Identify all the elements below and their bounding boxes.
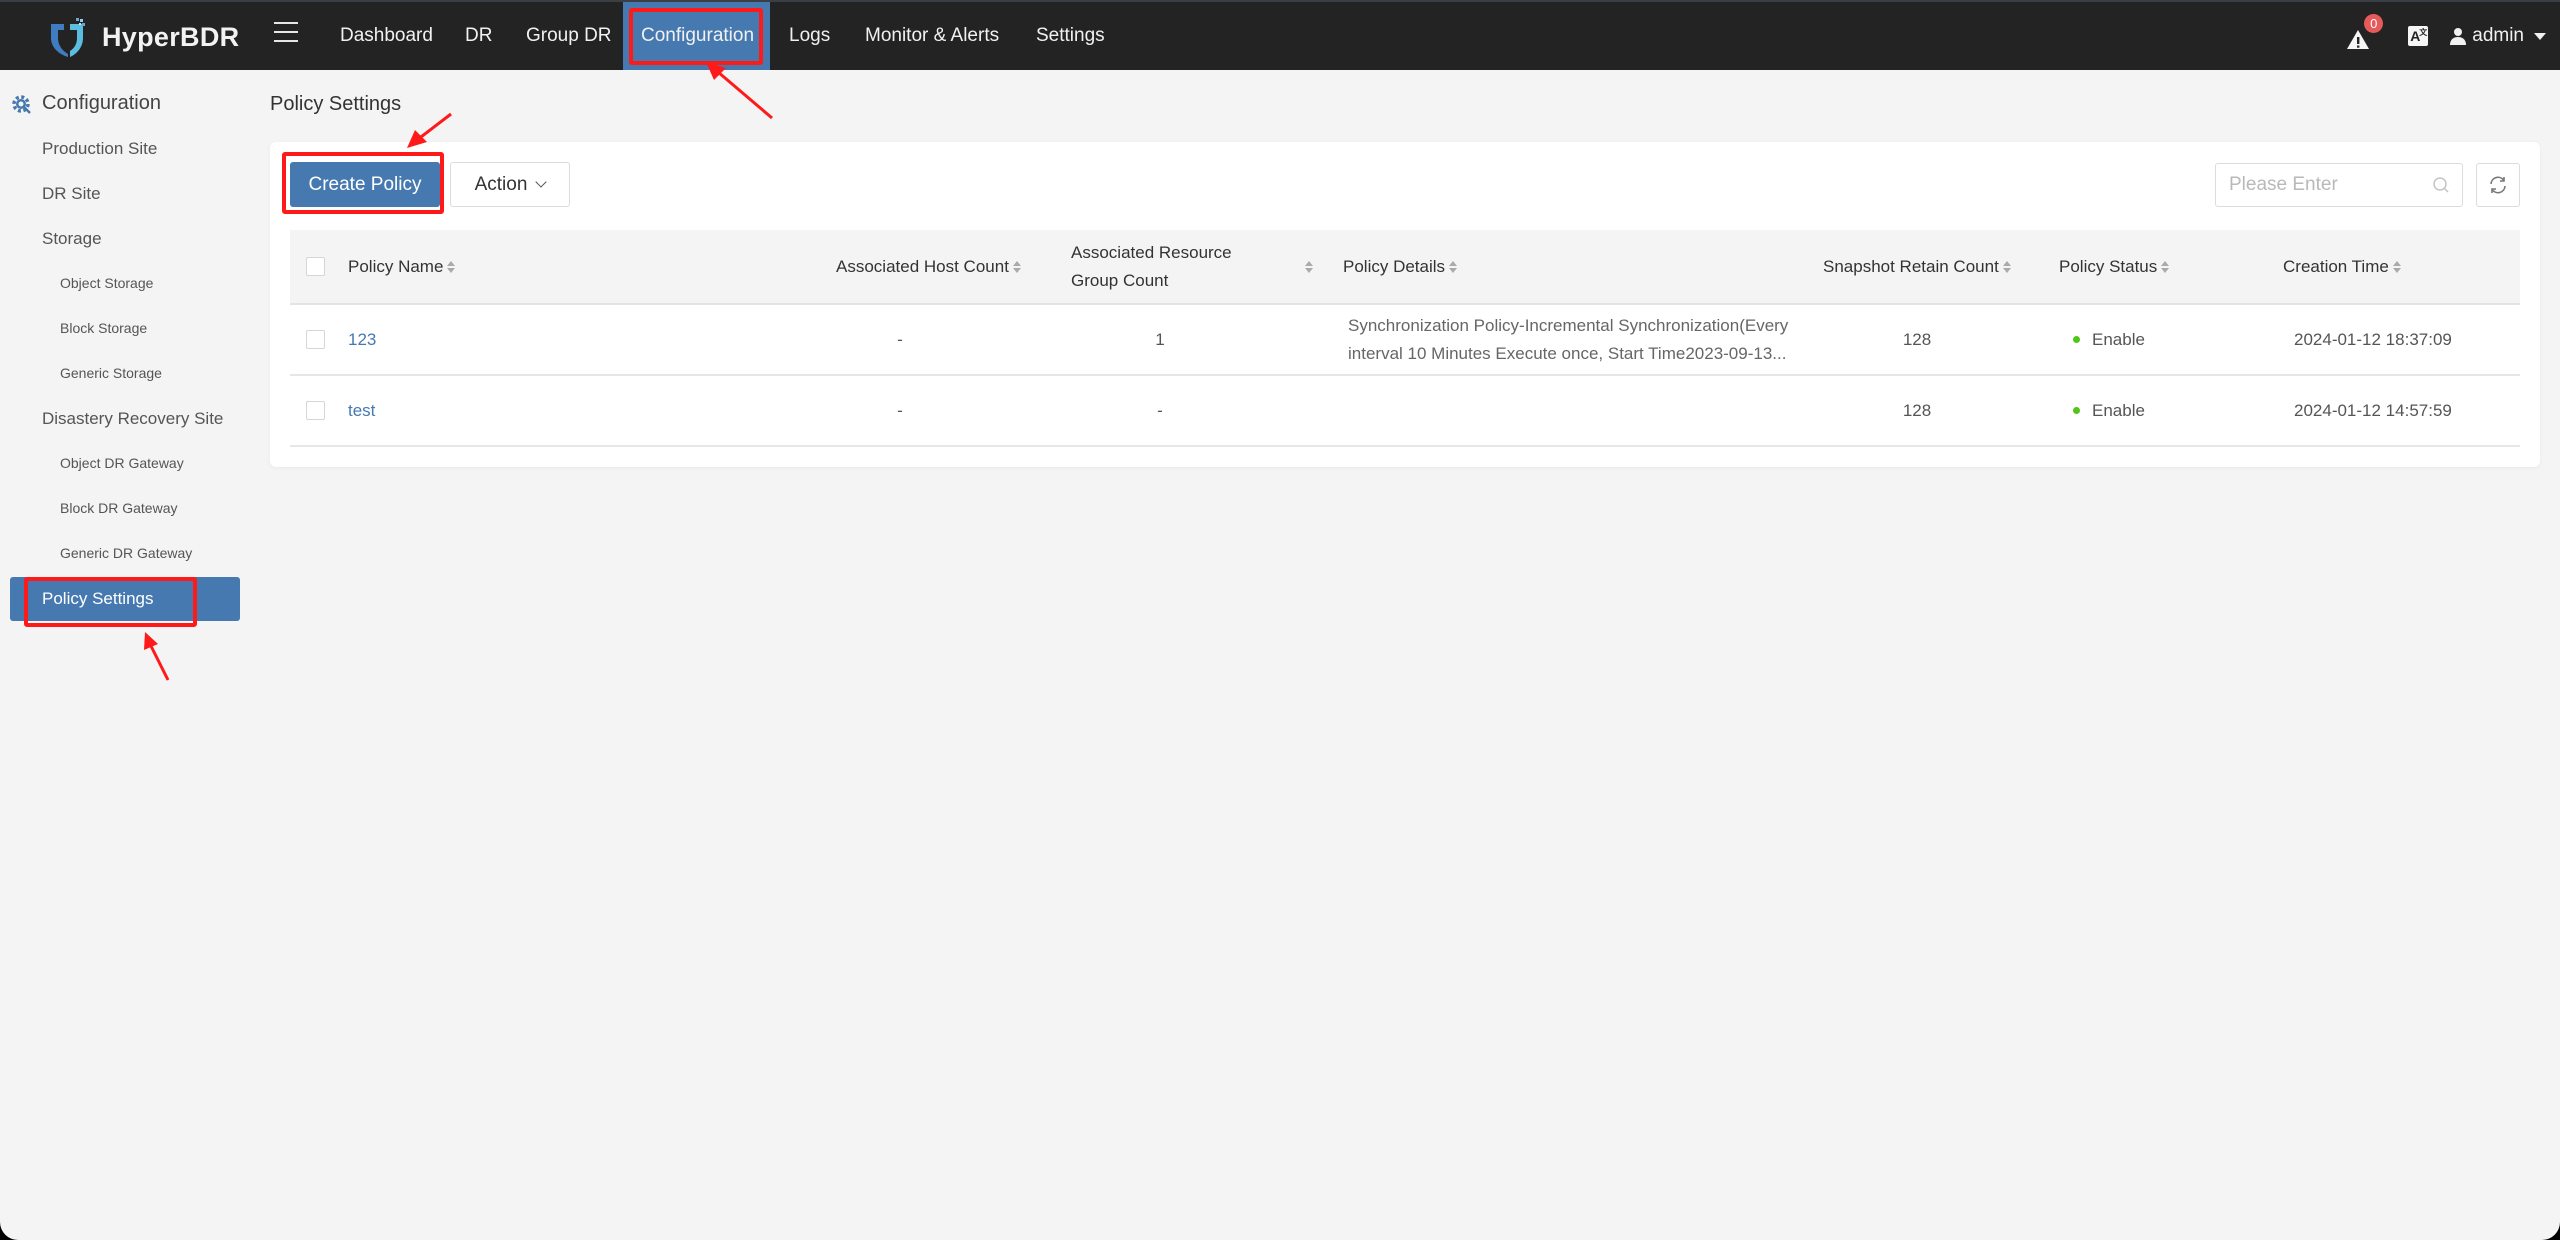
select-all-checkbox[interactable] bbox=[306, 257, 325, 276]
refresh-button[interactable] bbox=[2476, 163, 2520, 207]
status-label: Enable bbox=[2092, 329, 2145, 349]
policy-details: Synchronization Policy-Incremental Synch… bbox=[1348, 305, 1788, 374]
sidebar-item-object-storage[interactable]: Object Storage bbox=[60, 275, 153, 291]
app-window: HyperBDR Dashboard DR Group DR Configura… bbox=[0, 0, 2560, 1240]
column-label: Creation Time bbox=[2283, 256, 2389, 276]
nav-tab-monitor-alerts[interactable]: Monitor & Alerts bbox=[847, 2, 1017, 70]
language-switch-icon[interactable]: A文 bbox=[2408, 26, 2429, 46]
search-icon[interactable] bbox=[2432, 176, 2450, 194]
snapshot-retain-count: 128 bbox=[1902, 400, 1932, 420]
column-header-policy-status[interactable]: Policy Status bbox=[2059, 230, 2170, 303]
annotation-arrow-icon bbox=[144, 632, 170, 681]
resource-group-count: 1 bbox=[1155, 329, 1165, 349]
hamburger-menu-icon[interactable] bbox=[274, 22, 298, 46]
policy-name-link[interactable]: 123 bbox=[348, 305, 376, 374]
username: admin bbox=[2472, 25, 2524, 46]
page-title: Policy Settings bbox=[270, 93, 402, 115]
column-label: Policy Details bbox=[1343, 256, 1446, 276]
sort-icon[interactable] bbox=[1305, 260, 1313, 273]
sidebar-header: Configuration bbox=[10, 92, 161, 115]
policy-table: Policy Name Associated Host Count Associ… bbox=[290, 230, 2520, 447]
nav-tab-settings[interactable]: Settings bbox=[1018, 2, 1123, 70]
sort-icon[interactable] bbox=[1012, 260, 1021, 273]
sort-icon[interactable] bbox=[2161, 260, 2170, 273]
annotation-highlight-configuration bbox=[629, 8, 763, 65]
column-header-associated-host-count[interactable]: Associated Host Count bbox=[836, 230, 1021, 303]
language-icon-sup: 文 bbox=[2419, 28, 2428, 37]
table-row: test - - 128 Enable 2024-01-12 14:57:59 bbox=[290, 376, 2520, 447]
user-menu[interactable]: admin bbox=[2450, 25, 2546, 47]
action-dropdown-button[interactable]: Action bbox=[450, 162, 570, 207]
sidebar-item-production-site[interactable]: Production Site bbox=[42, 139, 157, 159]
action-label: Action bbox=[474, 173, 528, 195]
column-label: Policy Status bbox=[2059, 256, 2158, 276]
sort-icon[interactable] bbox=[2002, 260, 2011, 273]
alerts-button[interactable]: 0 bbox=[2347, 14, 2384, 50]
search-box bbox=[2215, 163, 2463, 207]
policy-status: Enable bbox=[2073, 305, 2145, 374]
refresh-icon bbox=[2490, 176, 2506, 194]
annotation-highlight-create-policy bbox=[282, 152, 444, 214]
creation-time: 2024-01-12 18:37:09 bbox=[2294, 329, 2452, 349]
policy-name-link[interactable]: test bbox=[348, 376, 375, 445]
app-name: HyperBDR bbox=[102, 21, 240, 52]
status-dot-icon bbox=[2073, 407, 2080, 414]
sidebar-item-dr-site[interactable]: DR Site bbox=[42, 184, 101, 204]
sidebar-item-disaster-recovery-site[interactable]: Disastery Recovery Site bbox=[42, 409, 223, 429]
sidebar-item-generic-dr-gateway[interactable]: Generic DR Gateway bbox=[60, 545, 192, 561]
sort-icon[interactable] bbox=[2392, 260, 2401, 273]
column-header-creation-time[interactable]: Creation Time bbox=[2283, 230, 2401, 303]
nav-tab-group-dr[interactable]: Group DR bbox=[508, 2, 630, 70]
column-header-associated-resource-group-count[interactable]: Associated Resource Group Count bbox=[1071, 230, 1271, 303]
column-label: Policy Name bbox=[348, 256, 444, 276]
policy-card: Create Policy Action Polic bbox=[270, 142, 2540, 467]
warning-icon bbox=[2347, 30, 2370, 49]
search-input[interactable] bbox=[2216, 164, 2416, 206]
host-count: - bbox=[897, 400, 903, 420]
logo[interactable]: HyperBDR bbox=[48, 16, 239, 58]
sidebar-item-storage[interactable]: Storage bbox=[42, 229, 102, 249]
sidebar-item-block-dr-gateway[interactable]: Block DR Gateway bbox=[60, 500, 177, 516]
annotation-arrow-icon bbox=[706, 62, 773, 120]
sidebar-item-object-dr-gateway[interactable]: Object DR Gateway bbox=[60, 455, 184, 471]
row-checkbox[interactable] bbox=[306, 401, 325, 420]
policy-details-line-2: interval 10 Minutes Execute once, Start … bbox=[1348, 343, 1787, 363]
nav-tab-logs[interactable]: Logs bbox=[771, 2, 848, 70]
column-label: Snapshot Retain Count bbox=[1823, 256, 1999, 276]
nav-right-tools: 0 A文 admin bbox=[2347, 2, 2546, 70]
policy-details-line-1: Synchronization Policy-Incremental Synch… bbox=[1348, 315, 1789, 335]
host-count: - bbox=[897, 329, 903, 349]
column-header-snapshot-retain-count[interactable]: Snapshot Retain Count bbox=[1823, 230, 2011, 303]
resource-group-count: - bbox=[1157, 400, 1163, 420]
table-header: Policy Name Associated Host Count Associ… bbox=[290, 230, 2520, 305]
sidebar-title: Configuration bbox=[42, 92, 161, 114]
alert-count-badge: 0 bbox=[2364, 14, 2384, 33]
sidebar-item-generic-storage[interactable]: Generic Storage bbox=[60, 365, 162, 381]
top-navigation-bar: HyperBDR Dashboard DR Group DR Configura… bbox=[0, 0, 2560, 70]
policy-status: Enable bbox=[2073, 376, 2145, 445]
column-label: Associated Resource Group Count bbox=[1071, 242, 1232, 290]
status-dot-icon bbox=[2073, 336, 2080, 343]
creation-time: 2024-01-12 14:57:59 bbox=[2294, 400, 2452, 420]
table-row: 123 - 1 Synchronization Policy-Increment… bbox=[290, 305, 2520, 376]
column-header-policy-name[interactable]: Policy Name bbox=[348, 230, 456, 303]
status-label: Enable bbox=[2092, 400, 2145, 420]
column-label: Associated Host Count bbox=[836, 256, 1009, 276]
caret-down-icon bbox=[2534, 32, 2546, 40]
gear-wrench-icon bbox=[12, 94, 31, 114]
chevron-down-icon bbox=[535, 176, 548, 188]
nav-tab-dashboard[interactable]: Dashboard bbox=[322, 2, 451, 70]
annotation-highlight-policy-settings bbox=[24, 577, 197, 627]
hyperbdr-shield-icon bbox=[51, 18, 85, 57]
sort-icon[interactable] bbox=[447, 260, 456, 273]
user-icon bbox=[2450, 28, 2467, 45]
annotation-arrow-icon bbox=[407, 112, 452, 148]
sidebar-item-block-storage[interactable]: Block Storage bbox=[60, 320, 147, 336]
nav-tab-dr[interactable]: DR bbox=[447, 2, 510, 70]
sort-icon[interactable] bbox=[1449, 260, 1458, 273]
row-checkbox[interactable] bbox=[306, 330, 325, 349]
snapshot-retain-count: 128 bbox=[1902, 329, 1932, 349]
column-header-policy-details[interactable]: Policy Details bbox=[1343, 230, 1458, 303]
sidebar: Configuration Production Site DR Site St… bbox=[0, 70, 250, 1240]
